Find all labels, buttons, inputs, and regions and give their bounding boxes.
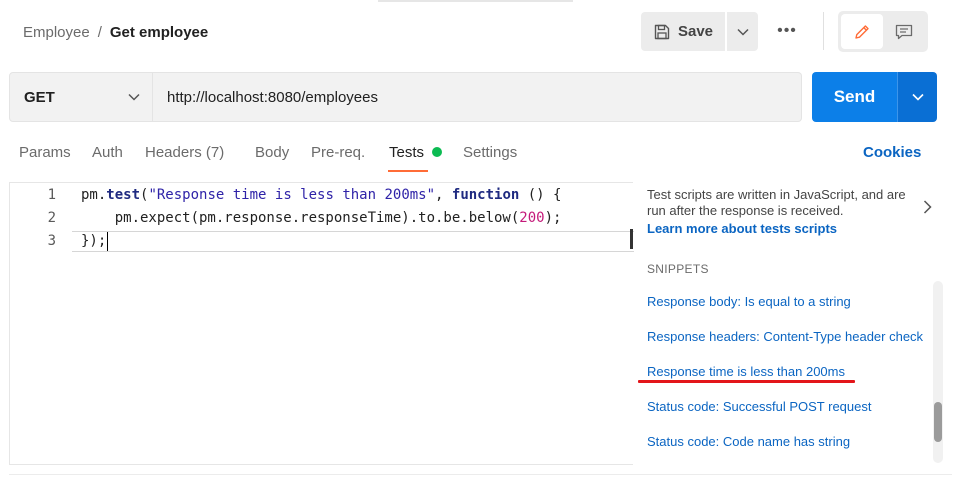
send-options-button[interactable] <box>897 72 937 122</box>
view-mode-toggle <box>838 11 928 52</box>
learn-tests-link[interactable]: Learn more about tests scripts <box>647 221 837 236</box>
tests-indicator-dot <box>432 147 442 157</box>
line-number-gutter: 1 2 3 <box>10 183 72 464</box>
save-label: Save <box>677 23 714 40</box>
breadcrumb: Employee / Get employee <box>23 21 208 43</box>
more-actions-button[interactable]: ••• <box>770 20 804 42</box>
chevron-right-icon[interactable] <box>920 199 934 215</box>
tab-settings[interactable]: Settings <box>463 143 517 163</box>
snippets-heading: SNIPPETS <box>647 262 709 276</box>
line-number: 1 <box>47 187 56 203</box>
url-input[interactable]: http://localhost:8080/employees <box>153 72 802 122</box>
current-line-highlight <box>72 231 634 252</box>
method-label: GET <box>24 88 55 106</box>
tab-tests[interactable]: Tests <box>389 143 424 163</box>
breadcrumb-separator: / <box>97 23 102 41</box>
header-divider <box>823 12 824 50</box>
send-group: Send <box>812 72 937 122</box>
tab-pre-request[interactable]: Pre-req. <box>311 143 365 163</box>
tests-info-text: Test scripts are written in JavaScript, … <box>647 187 906 218</box>
snippet-link[interactable]: Response time is less than 200ms <box>647 364 845 379</box>
chevron-down-icon <box>736 28 749 36</box>
top-divider <box>378 0 573 2</box>
tab-headers[interactable]: Headers (7) <box>145 143 224 163</box>
snippet-link[interactable]: Status code: Successful POST request <box>647 399 872 414</box>
pencil-icon <box>855 24 869 39</box>
active-tab-underline <box>388 170 428 172</box>
line-number: 3 <box>47 233 56 249</box>
snippet-link[interactable]: Status code: Code name has string <box>647 434 850 449</box>
text-cursor <box>107 232 108 251</box>
save-icon <box>654 24 670 39</box>
tab-params[interactable]: Params <box>19 143 71 163</box>
documentation-mode-button[interactable] <box>883 14 925 49</box>
method-select[interactable]: GET <box>9 72 153 122</box>
highlight-underline <box>638 380 855 383</box>
snippets-scrollbar-thumb[interactable] <box>934 402 942 442</box>
comment-icon <box>895 24 913 39</box>
snippet-link[interactable]: Response headers: Content-Type header ch… <box>647 329 923 344</box>
bottom-divider <box>9 474 952 475</box>
code-line: }); <box>81 233 107 249</box>
edit-mode-button[interactable] <box>841 14 883 49</box>
breadcrumb-collection[interactable]: Employee <box>23 24 90 41</box>
snippet-link[interactable]: Response body: Is equal to a string <box>647 294 851 309</box>
save-options-button[interactable] <box>727 12 758 51</box>
line-number: 2 <box>47 210 56 226</box>
request-name[interactable]: Get employee <box>110 24 208 41</box>
chevron-down-icon <box>128 93 140 101</box>
send-button[interactable]: Send <box>812 72 897 122</box>
cookies-link[interactable]: Cookies <box>863 143 921 163</box>
save-button[interactable]: Save <box>641 12 725 51</box>
code-line: pm.expect(pm.response.responseTime).to.b… <box>81 210 562 226</box>
tab-auth[interactable]: Auth <box>92 143 123 163</box>
test-script-editor[interactable]: 1 2 3 pm.test("Response time is less tha… <box>9 182 634 465</box>
save-group: Save <box>641 12 758 51</box>
editor-edge-marker <box>630 229 633 249</box>
chevron-down-icon <box>911 93 924 101</box>
code-line: pm.test("Response time is less than 200m… <box>81 187 562 203</box>
tab-body[interactable]: Body <box>255 143 289 163</box>
